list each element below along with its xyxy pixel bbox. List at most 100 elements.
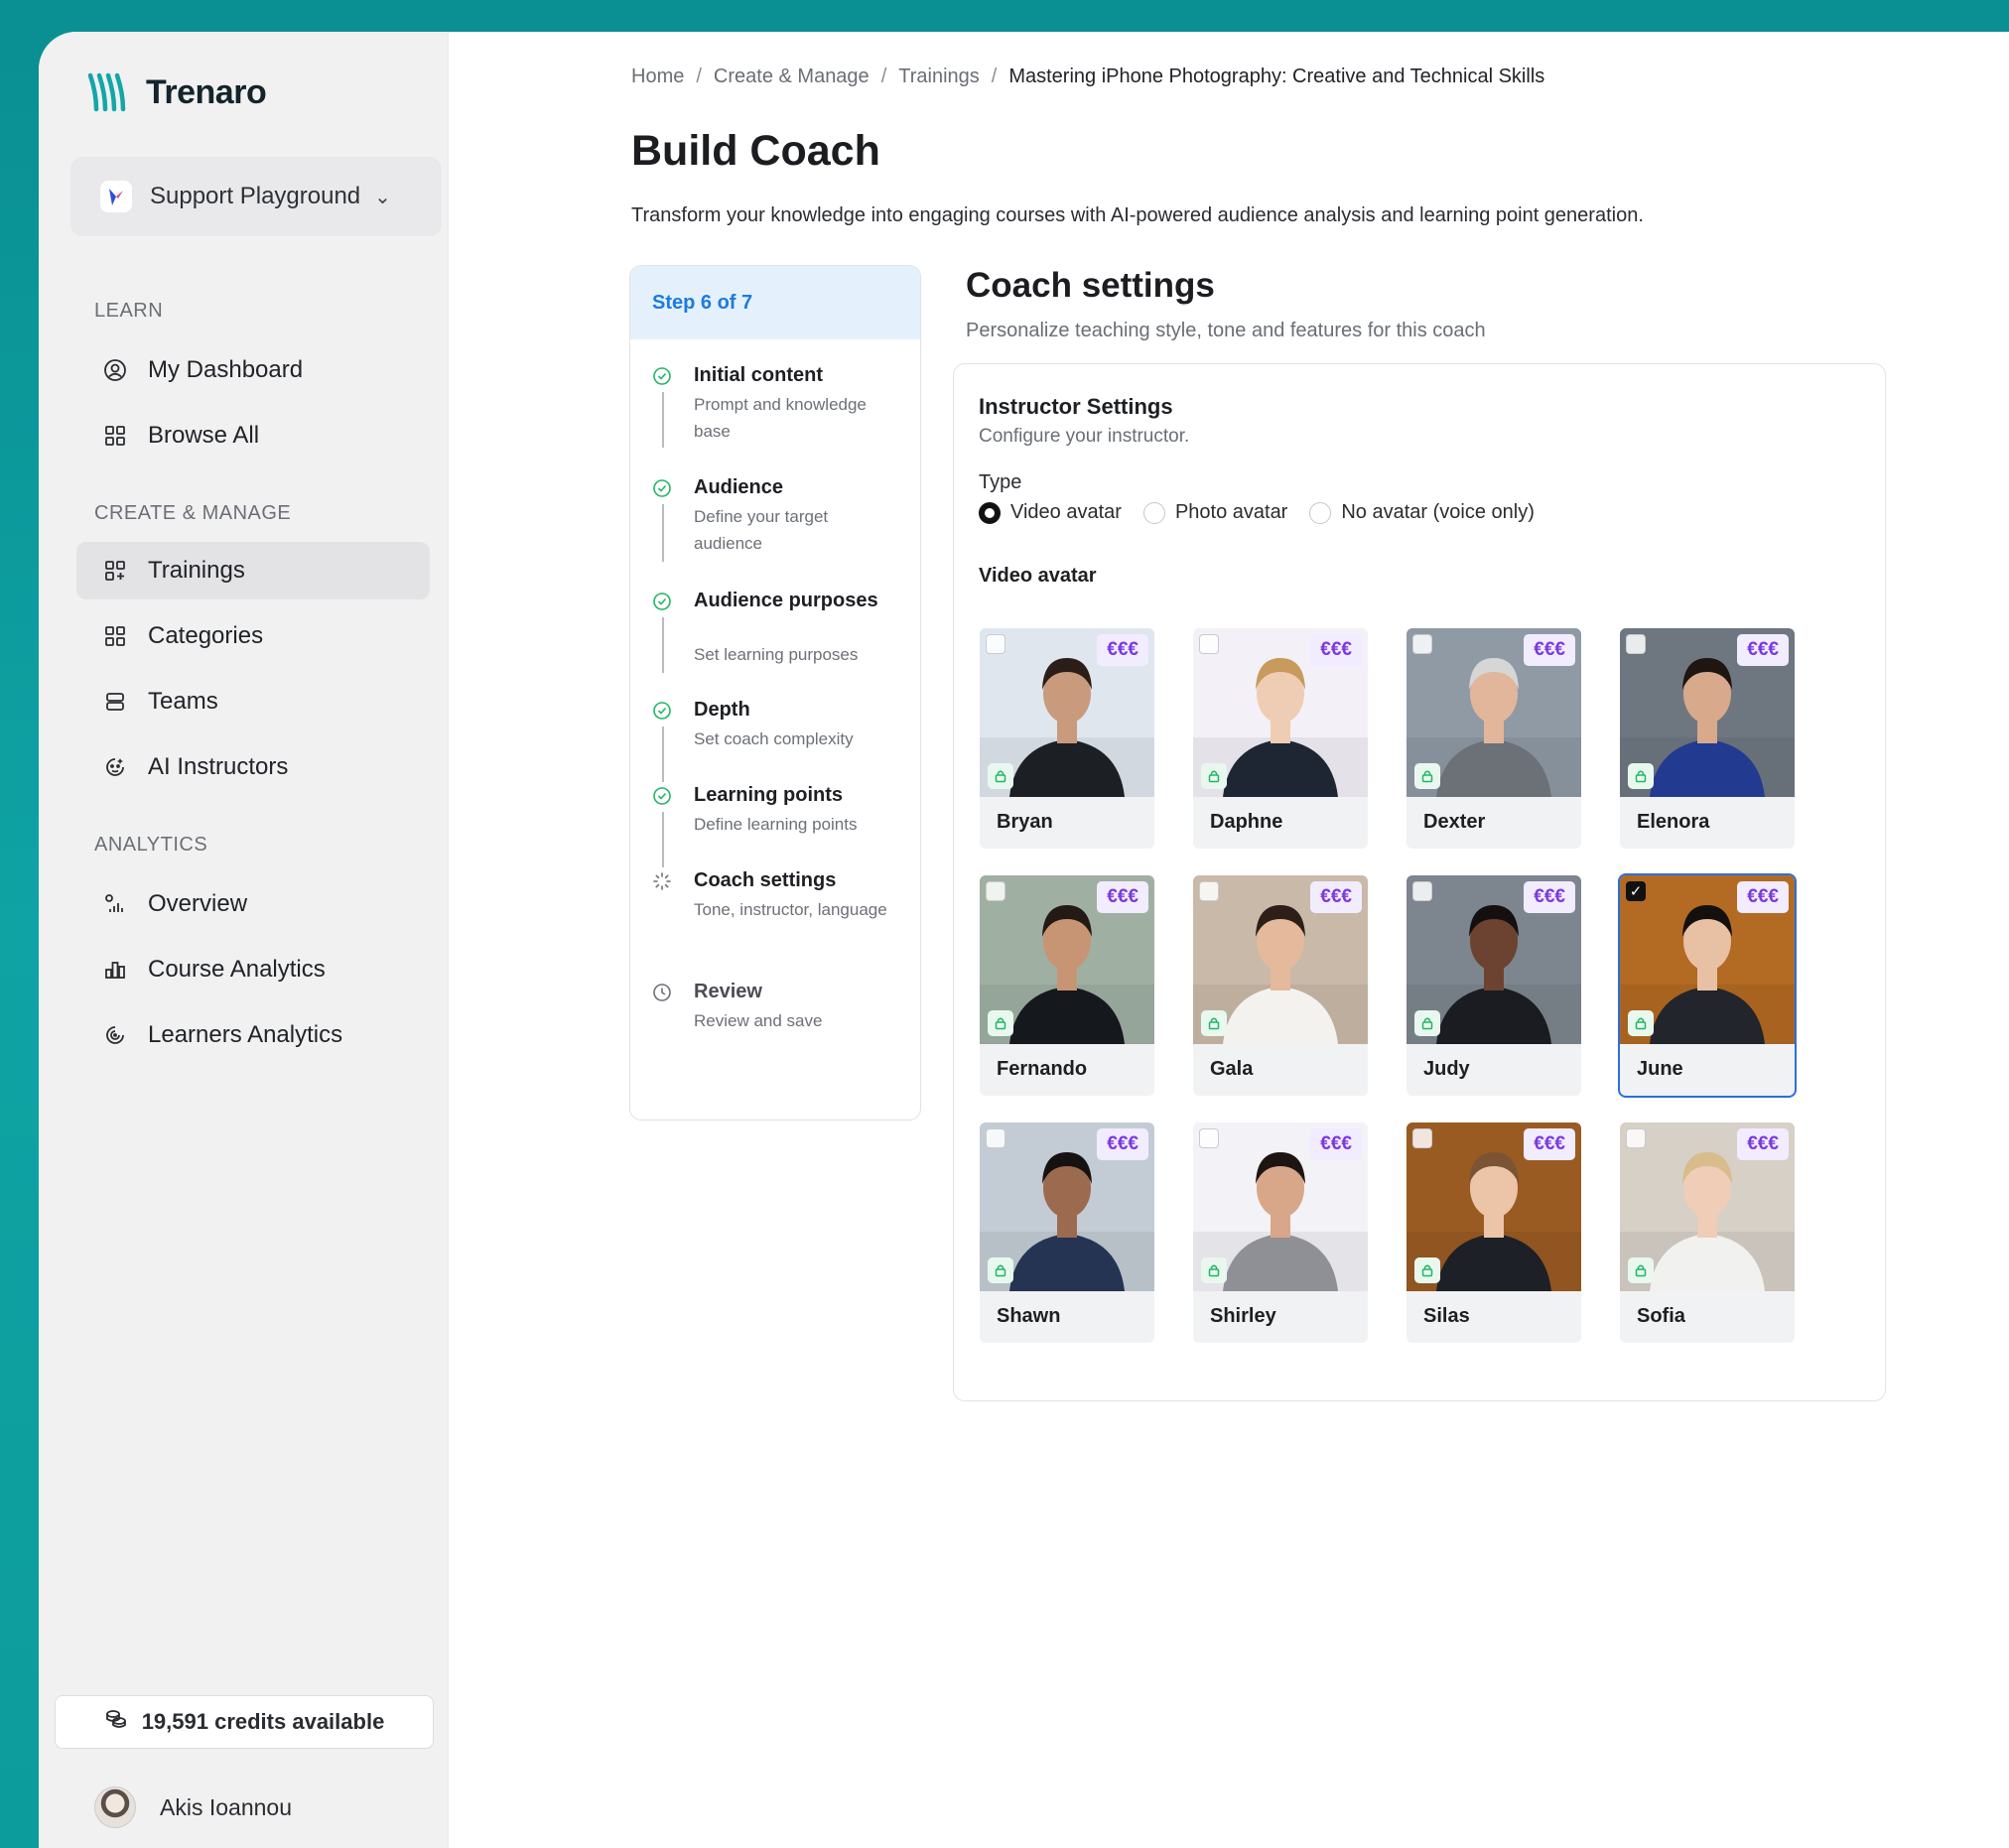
avatar-checkbox[interactable]: [1412, 1128, 1432, 1148]
credits-badge[interactable]: 19,591 credits available: [55, 1695, 434, 1749]
lock-icon: [1628, 1257, 1654, 1283]
target-icon: [102, 1022, 128, 1048]
radio-indicator[interactable]: [1309, 501, 1332, 524]
avatar-checkbox[interactable]: [986, 1128, 1005, 1148]
avatar-name: Dexter: [1423, 811, 1486, 833]
sidebar: Trenaro Support Playground ⌄ LEARN My Da…: [39, 32, 449, 1848]
sidebar-item-overview[interactable]: Overview: [76, 875, 430, 933]
avatar-tile[interactable]: €€€ Shawn: [980, 1122, 1154, 1343]
avatar-tile[interactable]: €€€ Daphne: [1193, 628, 1368, 849]
price-badge: €€€: [1524, 634, 1575, 666]
step-title: Initial content: [694, 364, 823, 386]
lock-icon: [1628, 763, 1654, 789]
sidebar-item-course-analytics[interactable]: Course Analytics: [76, 941, 430, 998]
sidebar-item-my-dashboard[interactable]: My Dashboard: [76, 341, 430, 399]
sidebar-item-label: Teams: [148, 688, 218, 715]
lock-icon: [1201, 1010, 1227, 1036]
breadcrumb-separator: /: [880, 66, 887, 87]
radio-photo-avatar[interactable]: Photo avatar: [1142, 501, 1288, 524]
breadcrumb-trainings[interactable]: Trainings: [898, 66, 980, 88]
avatar-tile[interactable]: ✓ €€€ June: [1618, 873, 1797, 1098]
radio-label: Video avatar: [1010, 501, 1122, 523]
step-title: Review: [694, 981, 762, 1002]
avatar-checkbox[interactable]: [986, 634, 1005, 654]
avatar-name: Shirley: [1210, 1305, 1276, 1327]
app-name: Trenaro: [146, 72, 267, 111]
video-avatar-heading: Video avatar: [979, 565, 1097, 587]
sidebar-item-trainings[interactable]: Trainings: [76, 542, 430, 599]
breadcrumb-create-manage[interactable]: Create & Manage: [714, 66, 870, 88]
avatar-name: Elenora: [1637, 811, 1710, 833]
radio-label: Photo avatar: [1174, 501, 1288, 523]
step-connector: [662, 617, 664, 673]
avatar-name: Daphne: [1210, 811, 1283, 833]
step-title: Depth: [694, 699, 750, 721]
avatar-checkbox[interactable]: [1412, 634, 1432, 654]
avatar-name: Silas: [1423, 1305, 1470, 1327]
lock-icon: [988, 1010, 1013, 1036]
main-content: Home / Create & Manage / Trainings / Mas…: [449, 32, 2009, 1848]
section-title: Coach settings: [966, 266, 1215, 305]
sidebar-item-browse-all[interactable]: Browse All: [76, 407, 430, 464]
avatar-tile[interactable]: €€€ Gala: [1193, 875, 1368, 1096]
avatar-checkbox[interactable]: [1199, 881, 1219, 901]
radio-label: No avatar (voice only): [1341, 501, 1535, 523]
avatar-checkbox[interactable]: [1199, 634, 1219, 654]
avatar-tile[interactable]: €€€ Judy: [1406, 875, 1581, 1096]
avatar-tile[interactable]: €€€ Bryan: [980, 628, 1154, 849]
avatar-tile[interactable]: €€€ Silas: [1406, 1122, 1581, 1343]
sidebar-item-label: Course Analytics: [148, 956, 326, 983]
avatar-name: Fernando: [997, 1058, 1088, 1080]
sidebar-item-teams[interactable]: Teams: [76, 673, 430, 730]
avatar-tile[interactable]: €€€ Elenora: [1620, 628, 1795, 849]
avatar-type-radio-group: Video avatar Photo avatar No avatar (voi…: [979, 501, 1535, 524]
radio-no-avatar[interactable]: No avatar (voice only): [1309, 501, 1535, 524]
sidebar-item-ai-instructors[interactable]: AI Instructors: [76, 738, 430, 796]
radio-indicator[interactable]: [979, 501, 1001, 524]
sidebar-item-learners-analytics[interactable]: Learners Analytics: [76, 1006, 430, 1064]
avatar-checkbox[interactable]: ✓: [1626, 881, 1646, 901]
avatar: [94, 1786, 136, 1828]
step-counter: Step 6 of 7: [630, 266, 920, 339]
step-subtitle: Define your target audience: [694, 507, 829, 553]
user-menu[interactable]: Akis Ioannou: [94, 1786, 292, 1828]
price-badge: €€€: [1524, 881, 1575, 913]
grid-plus-icon: [102, 558, 128, 584]
avatar-name: Gala: [1210, 1058, 1254, 1080]
avatar-tile[interactable]: €€€ Dexter: [1406, 628, 1581, 849]
step-title: Learning points: [694, 784, 843, 806]
sidebar-item-label: Trainings: [148, 557, 245, 584]
lock-icon: [988, 763, 1013, 789]
page-title: Build Coach: [631, 127, 880, 175]
avatar-checkbox[interactable]: [1626, 634, 1646, 654]
breadcrumb-current: Mastering iPhone Photography: Creative a…: [1008, 66, 1545, 87]
price-badge: €€€: [1310, 881, 1362, 913]
chevron-down-icon: ⌄: [374, 186, 391, 208]
instructor-settings-card: Instructor Settings Configure your instr…: [953, 363, 1886, 1401]
section-label-create-manage: CREATE & MANAGE: [94, 502, 292, 524]
trenaro-logo-icon: [87, 72, 126, 112]
avatar-name: Sofia: [1637, 1305, 1685, 1327]
avatar-name: Shawn: [997, 1305, 1061, 1327]
avatar-checkbox[interactable]: [986, 881, 1005, 901]
breadcrumb-home[interactable]: Home: [631, 66, 684, 88]
check-circle-icon: [653, 593, 671, 610]
radio-indicator[interactable]: [1142, 501, 1165, 524]
org-switcher[interactable]: Support Playground ⌄: [70, 157, 442, 236]
step-connector: [662, 812, 664, 867]
sidebar-item-categories[interactable]: Categories: [76, 607, 430, 665]
section-label-learn: LEARN: [94, 300, 164, 322]
radio-video-avatar[interactable]: Video avatar: [979, 501, 1122, 524]
step-subtitle: Review and save: [694, 1011, 823, 1030]
avatar-tile[interactable]: €€€ Fernando: [980, 875, 1154, 1096]
step-connector: [662, 726, 664, 782]
avatar-checkbox[interactable]: [1626, 1128, 1646, 1148]
avatar-tile[interactable]: €€€ Shirley: [1193, 1122, 1368, 1343]
check-circle-icon: [653, 787, 671, 805]
step-title: Audience: [694, 476, 784, 498]
avatar-checkbox[interactable]: [1412, 881, 1432, 901]
avatar-checkbox[interactable]: [1199, 1128, 1219, 1148]
avatar-tile[interactable]: €€€ Sofia: [1620, 1122, 1795, 1343]
avatar-name: Judy: [1423, 1058, 1470, 1080]
logo[interactable]: Trenaro: [86, 69, 267, 115]
